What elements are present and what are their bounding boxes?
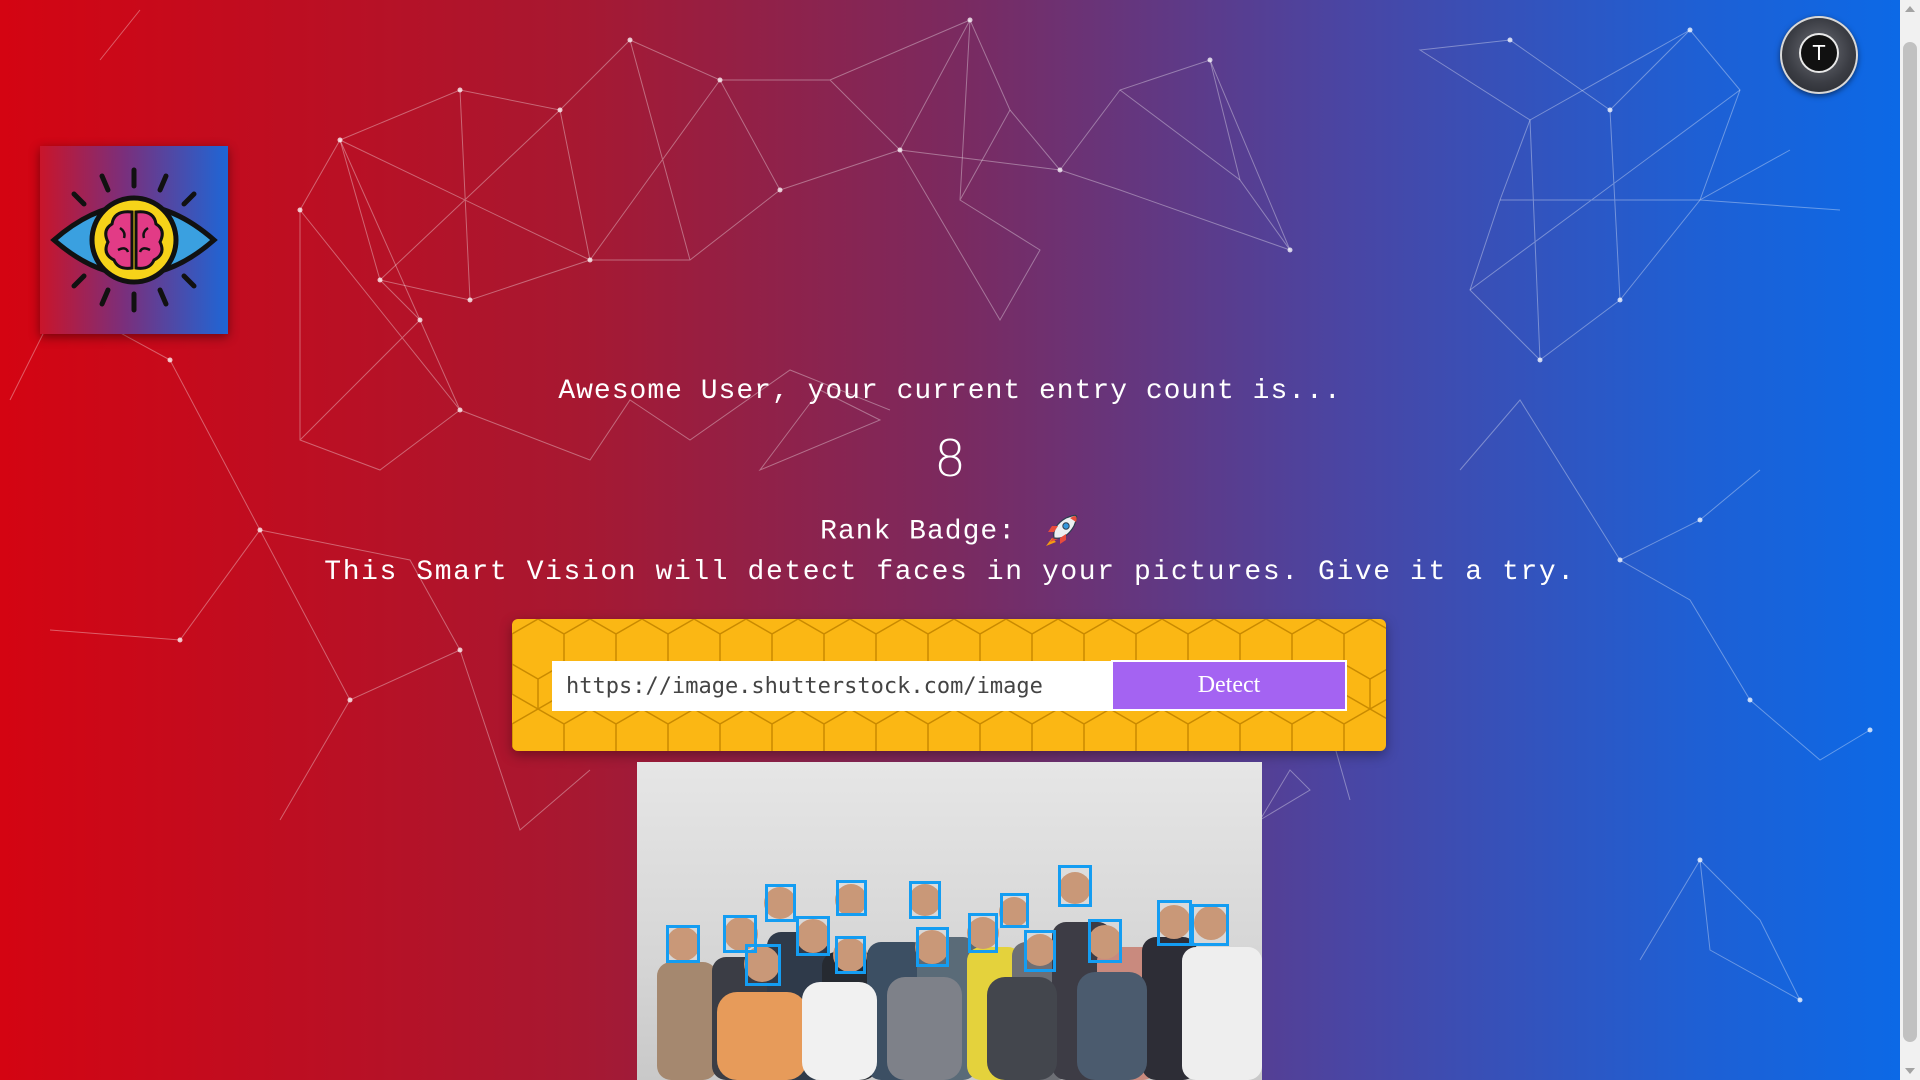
face-box (968, 913, 998, 953)
face-box (1191, 904, 1229, 946)
face-box (836, 880, 867, 916)
face-box (1000, 893, 1029, 928)
face-box (835, 936, 866, 974)
face-box (1157, 900, 1192, 946)
rank-badge: Rank Badge: (0, 512, 1900, 550)
scroll-down-icon[interactable] (1905, 1068, 1915, 1074)
greeting-text: Awesome User, your current entry count i… (558, 376, 1342, 407)
face-box (909, 881, 941, 919)
face-box (765, 884, 796, 922)
scroll-up-icon[interactable] (1905, 6, 1915, 12)
scrollbar-thumb[interactable] (1903, 42, 1917, 1042)
entry-count: 8 (934, 430, 966, 488)
face-box (1058, 865, 1092, 907)
page-scrollbar[interactable] (1900, 0, 1920, 1080)
face-box (1024, 930, 1056, 972)
result-image (637, 762, 1262, 1080)
face-box (916, 927, 949, 967)
face-box (666, 925, 700, 963)
avatar-initial: T (1799, 33, 1839, 73)
profile-avatar[interactable]: T (1780, 16, 1858, 94)
rank-label: Rank Badge: (820, 516, 1017, 548)
rocket-icon (1042, 512, 1080, 550)
face-box (745, 944, 781, 986)
description-text: This Smart Vision will detect faces in y… (324, 557, 1576, 588)
detect-form: Detect (512, 619, 1386, 751)
app-logo (40, 146, 228, 334)
brain-eye-icon (50, 167, 218, 313)
face-box (1088, 919, 1122, 963)
detect-button[interactable]: Detect (1111, 660, 1347, 711)
image-url-input[interactable] (552, 661, 1120, 711)
face-box (796, 916, 830, 956)
